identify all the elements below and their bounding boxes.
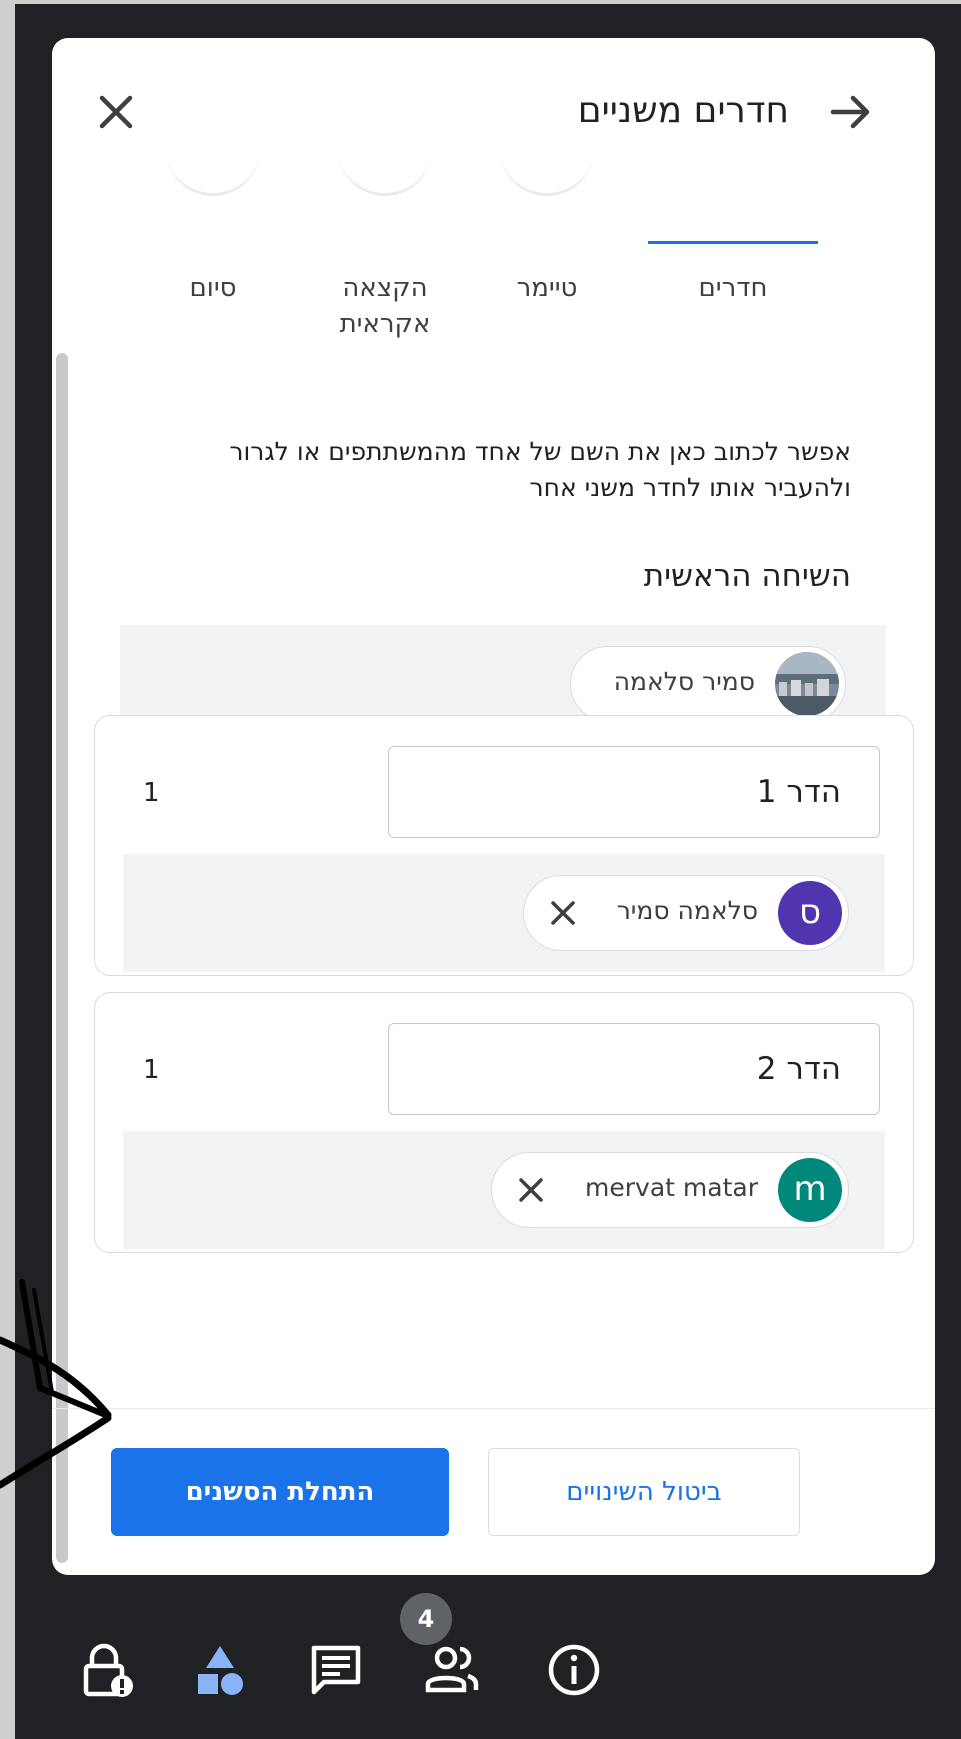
tab-random-assign-label: הקצאה אקראית [339,273,431,339]
tab-rooms[interactable]: חדרים [648,188,818,358]
cancel-changes-button[interactable]: ביטול השינויים [488,1448,800,1536]
room-participant-count: 1 [143,1055,160,1085]
participant-name: סמיר סלאמה [613,667,755,696]
tab-end-icon-bg [166,128,260,196]
tab-random-icon-bg [338,128,432,196]
start-sessions-button[interactable]: התחלת הסשנים [111,1448,449,1536]
participant-chip[interactable]: ס סלאמה סמיר [523,875,849,951]
room-card: 1 m mervat matar [94,992,914,1253]
avatar: ס [778,881,842,945]
panel-title: חדרים משניים [577,90,789,131]
room-name-input[interactable] [388,746,880,838]
arrow-right-icon[interactable] [827,88,875,136]
room-name-input[interactable] [388,1023,880,1115]
participant-chip[interactable]: סמיר סלאמה [570,646,846,722]
breakout-rooms-panel: חדרים משניים חדרים טיימר הקצאה אקראית סי… [52,38,935,1575]
avatar [775,652,839,716]
footer-divider [52,1408,935,1409]
tab-end-label: סיום [189,273,237,303]
active-tab-indicator [648,241,818,244]
breakout-tabs: חדרים טיימר הקצאה אקראית סיום [52,188,935,358]
participant-name: mervat matar [585,1173,758,1202]
tab-timer[interactable]: טיימר [462,188,632,358]
activities-icon[interactable] [190,1640,250,1700]
hint-text: אפשר לכתוב כאן את השם של אחד מהמשתתפים א… [229,437,851,502]
room-dropzone[interactable]: m mervat matar [123,1131,885,1249]
tab-random-assign[interactable]: הקצאה אקראית [300,188,470,358]
chat-icon[interactable] [306,1640,366,1700]
room-participant-count: 1 [143,778,160,808]
remove-icon[interactable] [544,894,582,932]
info-icon[interactable] [544,1640,604,1700]
avatar: m [778,1158,842,1222]
participant-chip[interactable]: m mervat matar [491,1152,849,1228]
close-icon[interactable] [92,88,140,136]
annotation-arrow-icon [0,1279,112,1489]
room-card: 1 ס סלאמה סמיר [94,715,914,976]
host-controls-icon[interactable] [78,1640,138,1700]
room-dropzone[interactable]: ס סלאמה סמיר [123,854,885,972]
tab-timer-icon-bg [500,128,594,196]
people-count-badge: 4 [400,1593,452,1645]
tab-rooms-label: חדרים [698,273,768,303]
remove-icon[interactable] [512,1171,550,1209]
people-icon[interactable] [422,1640,482,1700]
tab-timer-label: טיימר [516,273,578,303]
bottom-toolbar [0,1580,961,1739]
participant-name: סלאמה סמיר [616,896,758,925]
main-conversation-title: השיחה הראשית [643,558,851,594]
window-edge-top [0,0,961,4]
tab-end[interactable]: סיום [128,188,298,358]
